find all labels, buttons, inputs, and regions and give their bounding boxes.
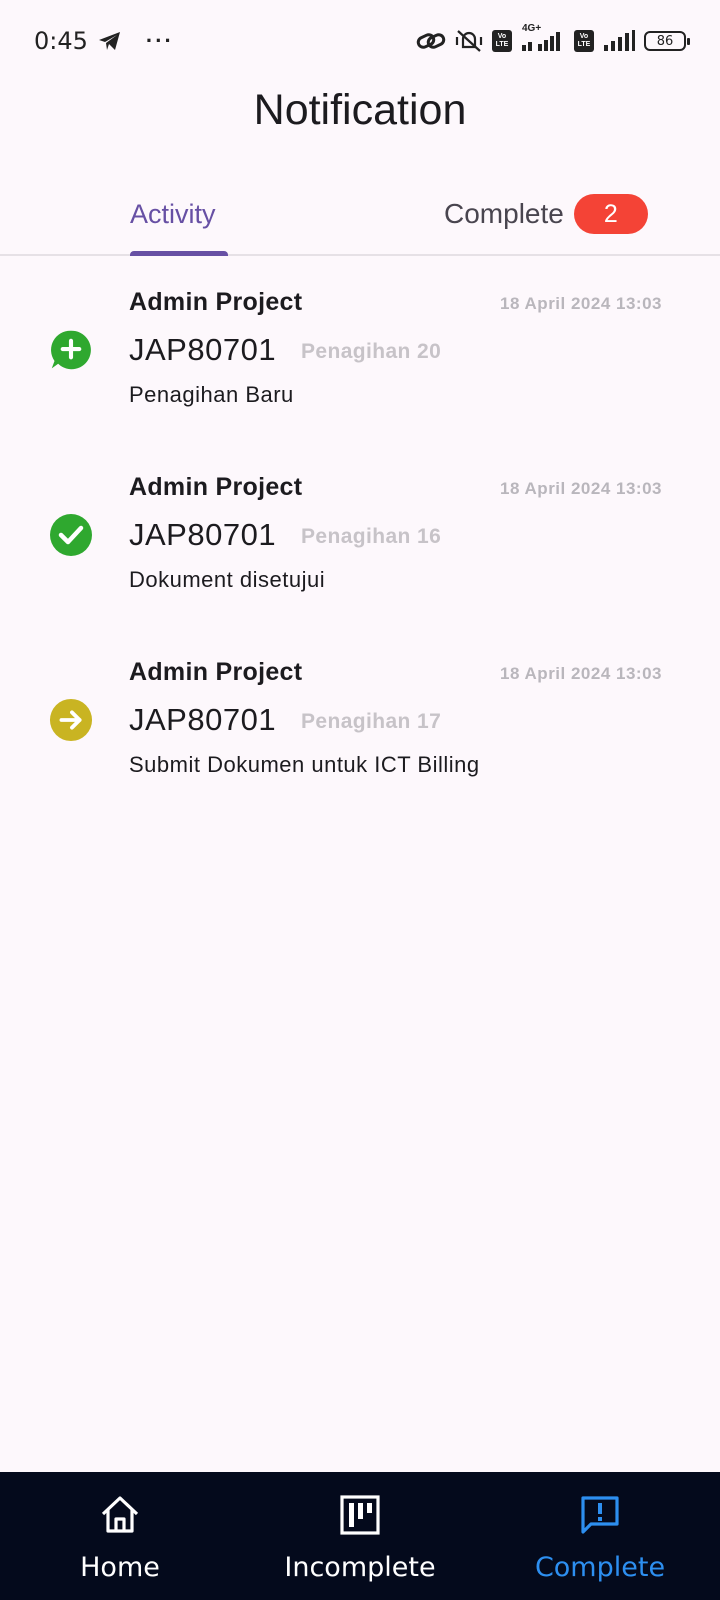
- notification-time: 18 April 2024 13:03: [500, 664, 662, 683]
- notification-sender: Admin Project: [129, 473, 303, 501]
- notification-reference: Penagihan 20: [301, 340, 442, 363]
- telegram-icon: [98, 30, 122, 52]
- tab-activity[interactable]: Activity: [130, 172, 216, 256]
- volte-top: Vo: [497, 33, 507, 40]
- tab-activity-label: Activity: [130, 198, 216, 229]
- nav-home[interactable]: Home: [0, 1472, 240, 1600]
- notification-message: Penagihan Baru: [129, 382, 294, 407]
- link-icon: [416, 30, 446, 52]
- notification-time: 18 April 2024 13:03: [500, 479, 662, 498]
- battery-icon: 86: [644, 31, 690, 51]
- status-bar: 0:45 ··· Vo LTE 4G+ Vo LTE 86: [0, 0, 720, 82]
- notification-sender: Admin Project: [129, 658, 303, 686]
- arrow-right-circle-icon: [49, 698, 93, 742]
- alert-message-icon: [577, 1492, 623, 1538]
- notification-list: Admin Project 18 April 2024 13:03 JAP807…: [0, 282, 720, 837]
- notification-message: Dokument disetujui: [129, 567, 326, 592]
- volte-bottom: LTE: [495, 41, 509, 48]
- add-chat-icon: [49, 328, 93, 372]
- nav-incomplete[interactable]: Incomplete: [240, 1472, 480, 1600]
- notification-code: JAP80701: [129, 332, 277, 367]
- notification-reference: Penagihan 17: [301, 710, 442, 733]
- nav-complete-label: Complete: [534, 1552, 666, 1583]
- network-type: 4G+: [522, 23, 542, 34]
- volte-icon-2: Vo LTE: [574, 30, 594, 52]
- signal-4g-icon: 4G+: [520, 23, 566, 53]
- notification-code: JAP80701: [129, 517, 277, 552]
- notification-item[interactable]: Admin Project 18 April 2024 13:03 JAP807…: [0, 652, 720, 837]
- bottom-navigation: Home Incomplete Complete: [0, 1472, 720, 1600]
- notification-reference: Penagihan 16: [301, 525, 442, 548]
- tab-bar: Activity Complete 2: [0, 172, 720, 256]
- nav-home-label: Home: [80, 1552, 160, 1583]
- volte-top-2: Vo: [579, 33, 589, 40]
- nav-incomplete-label: Incomplete: [284, 1552, 436, 1583]
- notification-item[interactable]: Admin Project 18 April 2024 13:03 JAP807…: [0, 467, 720, 652]
- vibrate-muted-icon: [454, 29, 484, 53]
- notification-message: Submit Dokumen untuk ICT Billing: [129, 752, 480, 777]
- status-right: Vo LTE 4G+ Vo LTE 86: [416, 23, 690, 53]
- notification-item[interactable]: Admin Project 18 April 2024 13:03 JAP807…: [0, 282, 720, 467]
- tab-active-indicator: [130, 251, 228, 256]
- board-icon: [337, 1492, 383, 1538]
- tab-complete[interactable]: Complete 2: [444, 172, 648, 256]
- complete-count-badge: 2: [573, 194, 648, 234]
- notification-code: JAP80701: [129, 702, 277, 737]
- page-title: Notification: [253, 86, 467, 134]
- status-time: 0:45: [34, 27, 88, 55]
- notification-time: 18 April 2024 13:03: [500, 294, 662, 313]
- volte-icon: Vo LTE: [492, 30, 512, 52]
- status-left: 0:45 ···: [34, 27, 174, 55]
- volte-bottom-2: LTE: [577, 41, 591, 48]
- home-icon: [97, 1492, 143, 1538]
- notification-sender: Admin Project: [129, 288, 303, 316]
- signal-icon: [602, 29, 636, 53]
- more-notifications-icon: ···: [145, 28, 174, 53]
- nav-complete[interactable]: Complete: [480, 1472, 720, 1600]
- check-circle-icon: [49, 513, 93, 557]
- tab-complete-label: Complete: [444, 198, 564, 229]
